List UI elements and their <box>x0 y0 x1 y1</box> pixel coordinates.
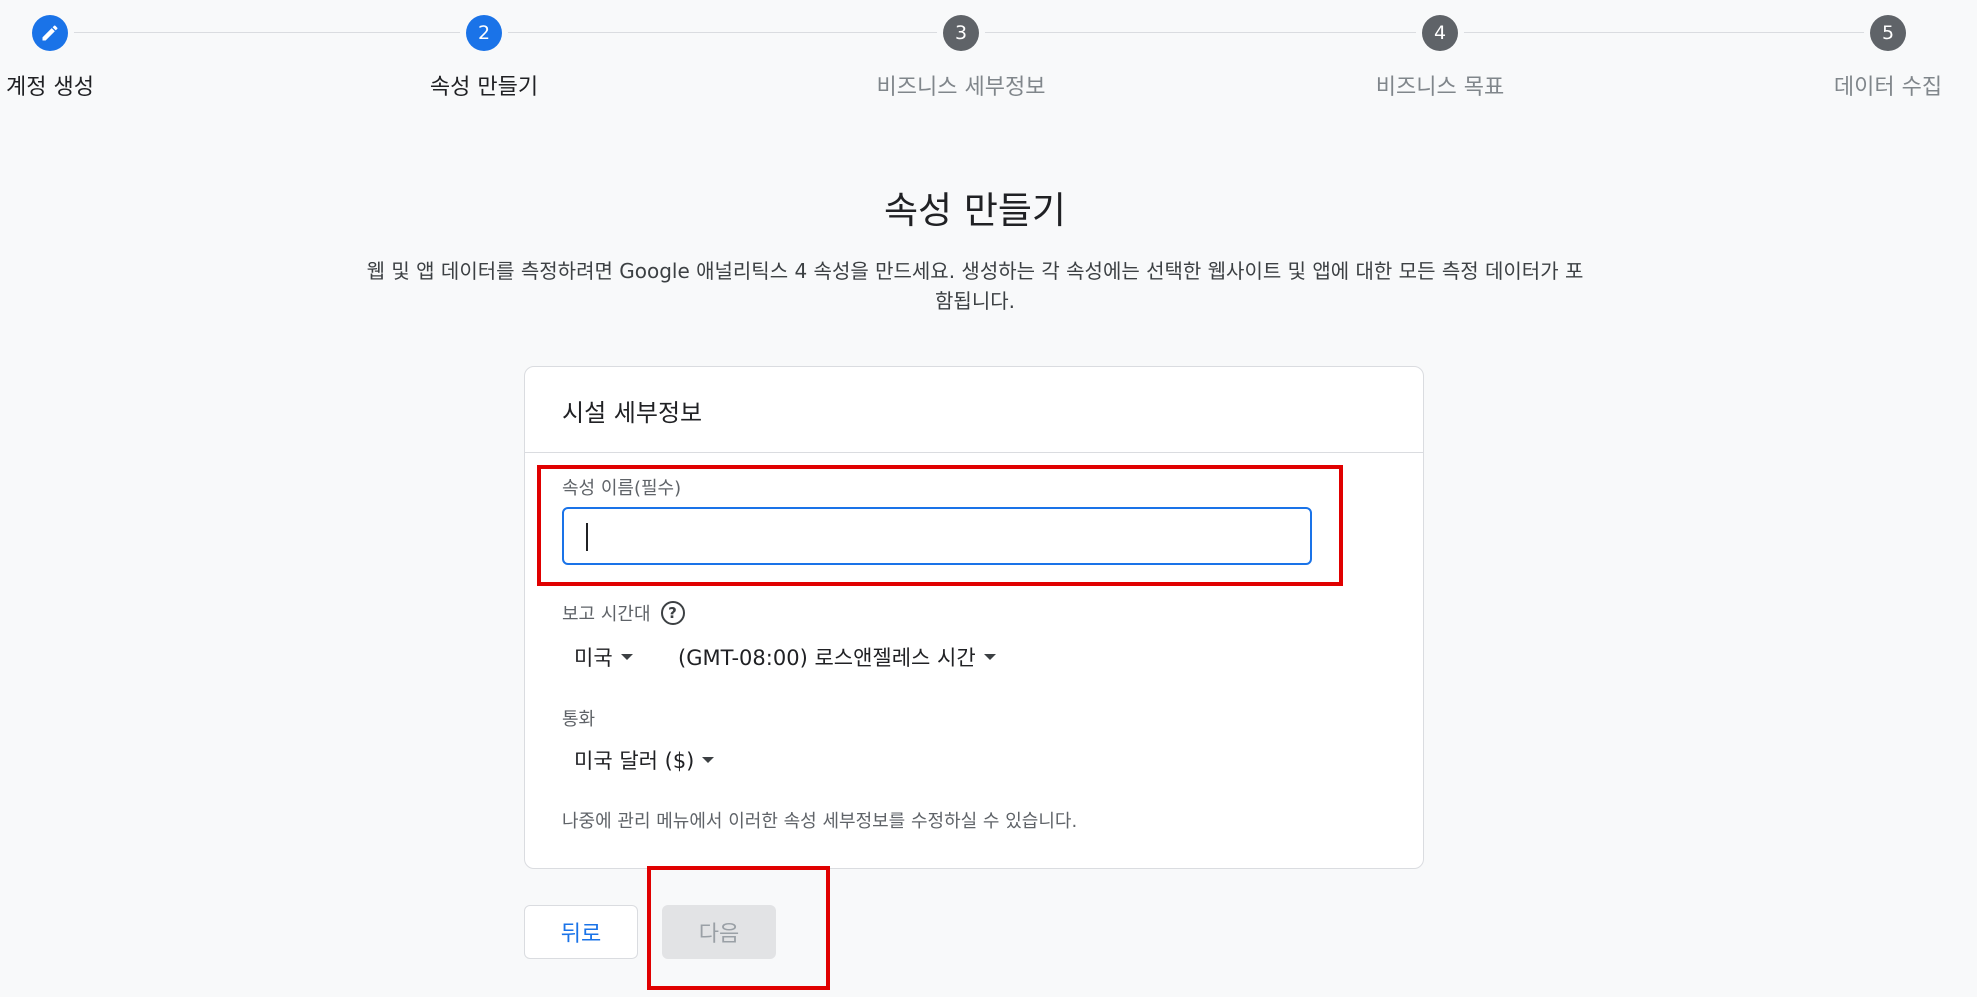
page-title: 속성 만들기 <box>884 189 1066 232</box>
step-number: 2 <box>466 15 502 51</box>
step-label: 비즈니스 목표 <box>1375 75 1505 100</box>
help-icon[interactable]: ? <box>660 601 685 625</box>
pencil-icon <box>32 15 68 51</box>
timezone-value: (GMT-08:00) 로스앤젤레스 시간 <box>678 646 976 670</box>
chevron-down-icon <box>983 654 996 660</box>
page: 계정 생성 2 속성 만들기 3 비즈니스 세부정보 4 비즈니스 목표 5 데… <box>0 0 1977 997</box>
next-button-highlight <box>647 866 830 990</box>
step-number: 4 <box>1422 15 1458 51</box>
back-button[interactable]: 뒤로 <box>524 905 638 959</box>
currency-value: 미국 달러 ($) <box>574 749 695 773</box>
step-label: 데이터 수집 <box>1833 75 1943 100</box>
country-value: 미국 <box>574 646 613 670</box>
step-2[interactable]: 2 속성 만들기 <box>384 15 584 101</box>
edit-later-note: 나중에 관리 메뉴에서 이러한 속성 세부정보를 수정하실 수 있습니다. <box>562 811 1078 832</box>
currency-select[interactable]: 미국 달러 ($) <box>574 745 715 775</box>
timezone-label: 보고 시간대 <box>562 604 651 625</box>
property-name-highlight <box>537 465 1343 586</box>
property-details-card: 시설 세부정보 속성 이름(필수) 보고 시간대 ? 미국 (GMT-08:00… <box>524 366 1424 869</box>
step-number: 3 <box>943 15 979 51</box>
step-5[interactable]: 5 데이터 수집 <box>1788 15 1977 101</box>
page-description: 웹 및 앱 데이터를 측정하려면 Google 애널리틱스 4 속성을 만드세요… <box>366 259 1584 313</box>
chevron-down-icon <box>620 654 633 660</box>
country-select[interactable]: 미국 <box>574 642 633 672</box>
chevron-down-icon <box>702 757 715 763</box>
step-label: 비즈니스 세부정보 <box>876 75 1046 100</box>
step-label: 계정 생성 <box>6 75 94 100</box>
step-number: 5 <box>1870 15 1906 51</box>
currency-label: 통화 <box>562 709 596 730</box>
card-header: 시설 세부정보 <box>525 367 1423 453</box>
step-4[interactable]: 4 비즈니스 목표 <box>1340 15 1540 101</box>
step-3[interactable]: 3 비즈니스 세부정보 <box>861 15 1061 101</box>
step-label: 속성 만들기 <box>429 75 539 100</box>
step-1[interactable]: 계정 생성 <box>0 15 150 101</box>
timezone-select[interactable]: (GMT-08:00) 로스앤젤레스 시간 <box>678 642 996 672</box>
timezone-label-row: 보고 시간대 ? <box>562 600 685 626</box>
